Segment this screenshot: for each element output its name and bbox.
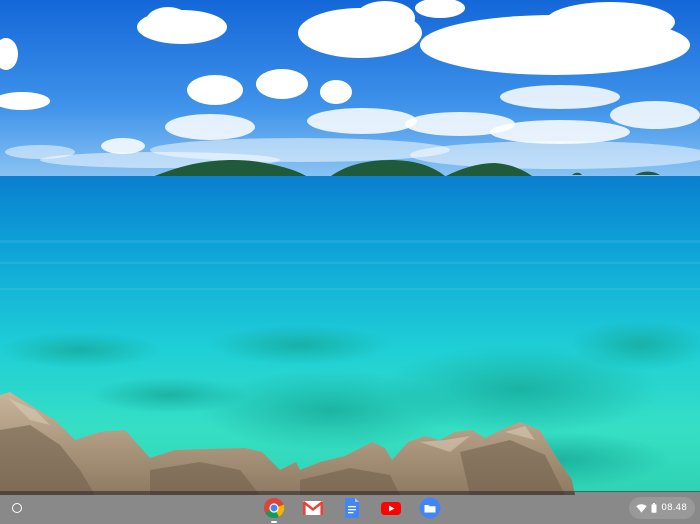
google-docs-icon bbox=[345, 498, 359, 518]
files-app[interactable] bbox=[418, 496, 442, 520]
wifi-icon bbox=[636, 503, 647, 513]
google-docs-app[interactable] bbox=[340, 496, 364, 520]
gmail-app[interactable] bbox=[301, 496, 325, 520]
chrome-icon bbox=[264, 498, 285, 519]
pinned-apps bbox=[262, 496, 442, 523]
launcher-button[interactable] bbox=[6, 497, 28, 519]
wallpaper bbox=[0, 0, 700, 495]
launcher-circle-icon bbox=[12, 503, 22, 513]
chrome-app[interactable] bbox=[262, 496, 286, 523]
files-icon bbox=[419, 497, 441, 519]
desktop: 08.48 bbox=[0, 0, 700, 524]
gmail-icon bbox=[302, 501, 324, 515]
youtube-icon bbox=[381, 502, 401, 515]
status-tray[interactable]: 08.48 bbox=[629, 497, 695, 519]
running-indicator bbox=[271, 521, 277, 523]
battery-icon bbox=[651, 503, 657, 513]
clock: 08.48 bbox=[661, 503, 687, 513]
youtube-app[interactable] bbox=[379, 496, 403, 520]
